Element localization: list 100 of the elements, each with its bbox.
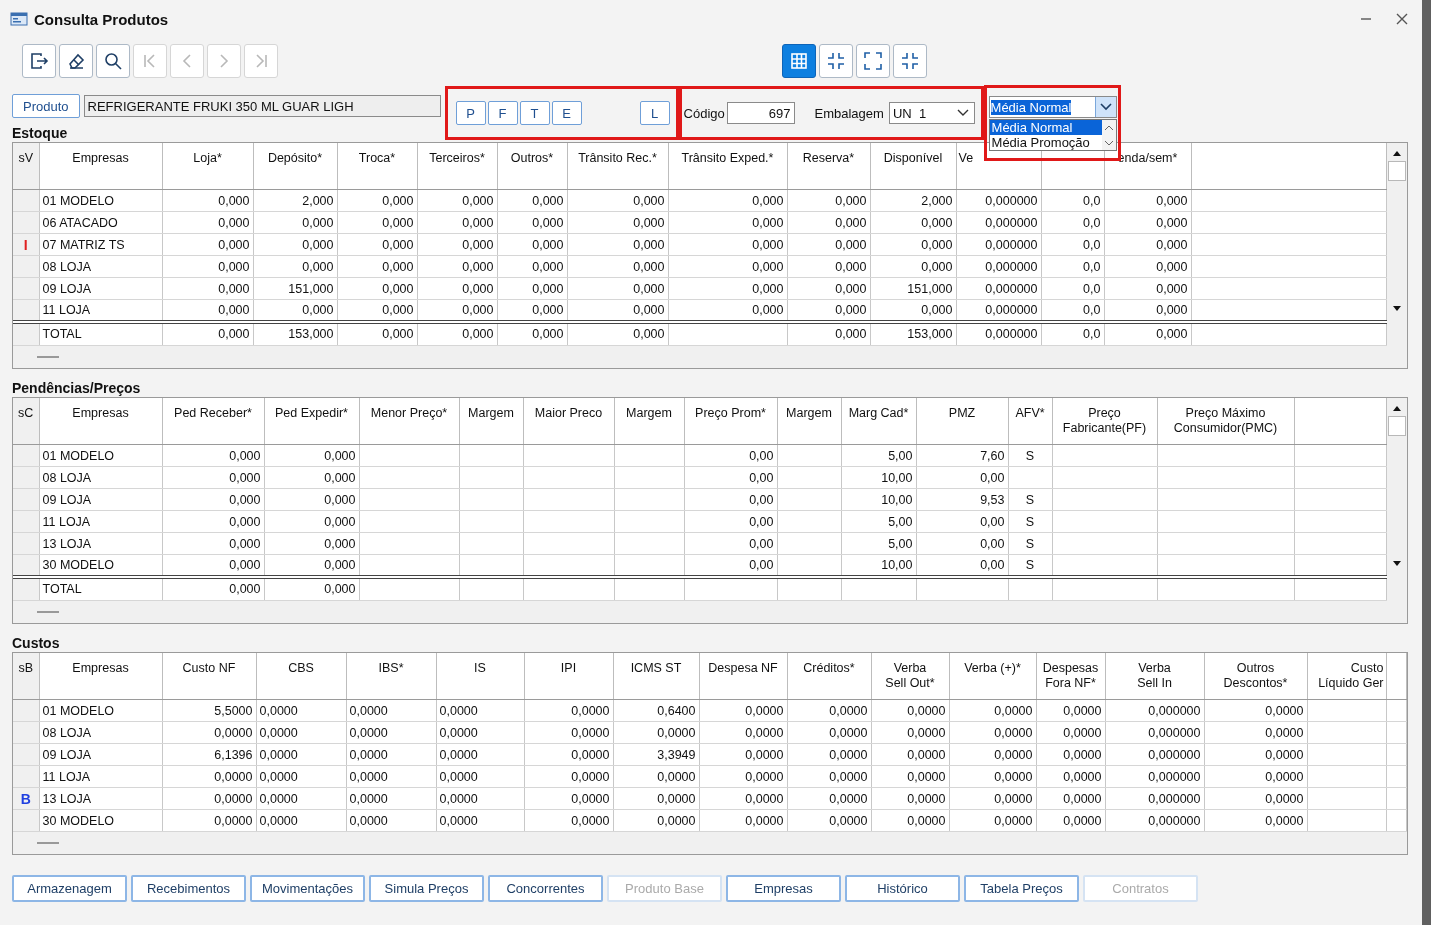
column-header[interactable]: Menor Preço* <box>370 406 448 421</box>
eraser-button[interactable] <box>59 44 93 78</box>
code-field[interactable]: 697 <box>726 102 795 124</box>
column-header[interactable]: sB <box>18 661 34 676</box>
column-header[interactable]: Créditos* <box>803 661 855 676</box>
action-button[interactable]: Tabela Preços <box>964 875 1079 902</box>
action-button[interactable]: Histórico <box>845 875 960 902</box>
filter-button[interactable]: L <box>639 101 670 125</box>
table-cell: 0,000 <box>752 302 784 317</box>
dropdown-option[interactable]: Média Normal <box>989 120 1102 135</box>
column-header[interactable]: Verba Sell In <box>1137 661 1172 691</box>
scroll-up-icon[interactable] <box>1392 149 1402 157</box>
table-cell: 0,0000 <box>1265 747 1304 762</box>
column-header[interactable]: Trânsito Exped.* <box>681 151 774 166</box>
table-cell: 01 MODELO <box>42 193 115 208</box>
column-header[interactable]: Empresas <box>72 151 129 166</box>
column-header[interactable]: PMZ <box>948 406 976 421</box>
action-button[interactable]: Simula Preços <box>369 875 484 902</box>
column-header[interactable]: Despesa NF <box>708 661 778 676</box>
filter-button[interactable]: F <box>487 101 518 125</box>
code-label: Código <box>683 105 725 121</box>
column-header[interactable]: CBS <box>288 661 314 676</box>
action-button[interactable]: Concorrentes <box>488 875 603 902</box>
column-header[interactable]: Trânsito Rec.* <box>578 151 657 166</box>
column-header[interactable]: IPI <box>560 661 577 676</box>
column-header[interactable]: Reserva* <box>802 151 855 166</box>
table-cell: 0,0000 <box>907 791 946 806</box>
column-header[interactable]: Loja* <box>193 151 222 166</box>
filter-button[interactable]: E <box>551 101 582 125</box>
product-button[interactable]: Produto <box>12 94 80 118</box>
table-cell: 0,000 <box>218 193 250 208</box>
column-header[interactable]: Marg Cad* <box>848 406 909 421</box>
column-header[interactable]: Ped Receber* <box>174 406 252 421</box>
column-header[interactable]: Verba Sell Out* <box>885 661 935 691</box>
scroll-thumb[interactable] <box>1388 161 1406 181</box>
column-header[interactable]: sV <box>18 151 34 166</box>
shrink-button[interactable] <box>893 44 927 78</box>
resize-handle-icon[interactable] <box>37 610 59 614</box>
table-cell: 30 MODELO <box>42 813 115 828</box>
table-cell: 0,000 <box>835 281 867 296</box>
column-header[interactable]: Ve <box>958 151 974 166</box>
table-cell: 151,000 <box>907 281 953 296</box>
column-header[interactable]: Outros* <box>510 151 554 166</box>
column-header[interactable]: Troca* <box>358 151 396 166</box>
table-cell: 0,0000 <box>349 813 388 828</box>
column-header[interactable]: Disponível <box>883 151 943 166</box>
action-button[interactable]: Empresas <box>726 875 841 902</box>
column-header[interactable]: ICMS ST <box>630 661 682 676</box>
column-header[interactable]: Terceiros* <box>429 151 485 166</box>
product-field[interactable]: REFRIGERANTE FRUKI 350 ML GUAR LIGH <box>83 95 441 117</box>
column-header[interactable]: Custo Líquido Ger <box>1318 661 1384 691</box>
close-icon[interactable] <box>1396 13 1408 25</box>
column-header[interactable]: IS <box>474 661 486 676</box>
column-header[interactable]: Ped Expedir* <box>275 406 348 421</box>
table-cell: 0,000 <box>532 237 564 252</box>
average-dropdown[interactable]: Média Normal <box>988 96 1117 118</box>
filter-button[interactable]: P <box>455 101 486 125</box>
column-header[interactable]: Margem <box>786 406 832 421</box>
column-header[interactable]: Preço Prom* <box>695 406 766 421</box>
action-button[interactable]: Movimentações <box>250 875 365 902</box>
scroll-down-icon[interactable] <box>1392 305 1402 313</box>
table-cell: 13 LOJA <box>42 536 92 551</box>
column-header[interactable]: sC <box>18 406 34 421</box>
caret-icon <box>956 109 969 117</box>
dropdown-option[interactable]: Média Promoção <box>989 135 1102 150</box>
column-header[interactable]: Margem <box>626 406 672 421</box>
column-header[interactable]: IBS* <box>378 661 404 676</box>
shrink-button[interactable] <box>819 44 853 78</box>
action-button[interactable]: Recebimentos <box>131 875 246 902</box>
packaging-dropdown[interactable]: UN 1 <box>888 102 975 124</box>
table-cell: 0,000 <box>218 281 250 296</box>
column-header[interactable]: AFV* <box>1015 406 1045 421</box>
column-header[interactable]: Maior Preco <box>534 406 603 421</box>
resize-handle-icon[interactable] <box>37 355 59 359</box>
column-header[interactable]: Depósito* <box>267 151 323 166</box>
total-cell: 0,000 <box>835 327 867 342</box>
column-header[interactable]: Empresas <box>72 406 129 421</box>
grid-button[interactable] <box>782 44 816 78</box>
column-header[interactable]: Preço Fabricante(PF) <box>1062 406 1147 436</box>
table-cell: 0,000 <box>633 259 665 274</box>
search-button[interactable] <box>96 44 130 78</box>
scroll-thumb[interactable] <box>1388 416 1406 436</box>
column-header[interactable]: Custo NF <box>182 661 236 676</box>
column-header[interactable]: Verba (+)* <box>964 661 1021 676</box>
column-header[interactable]: Outros Descontos* <box>1223 661 1288 691</box>
scroll-up-icon[interactable] <box>1392 404 1402 412</box>
scroll-down-icon[interactable] <box>1392 560 1402 568</box>
exit-button[interactable] <box>22 44 56 78</box>
expand-button[interactable] <box>856 44 890 78</box>
action-button[interactable]: Armazenagem <box>12 875 127 902</box>
filter-button[interactable]: T <box>519 101 550 125</box>
column-header[interactable]: Margem <box>468 406 514 421</box>
table-cell: 0,000 <box>462 215 494 230</box>
column-header[interactable]: Empresas <box>72 661 129 676</box>
column-header[interactable]: Despesas Fora NF* <box>1042 661 1099 691</box>
table-cell: 7,60 <box>980 448 1005 463</box>
column-header[interactable]: Preço Máximo Consumidor(PMC) <box>1173 406 1278 436</box>
table-cell: 0,0000 <box>829 791 868 806</box>
resize-handle-icon[interactable] <box>37 841 59 845</box>
table-cell: 10,00 <box>881 557 913 572</box>
